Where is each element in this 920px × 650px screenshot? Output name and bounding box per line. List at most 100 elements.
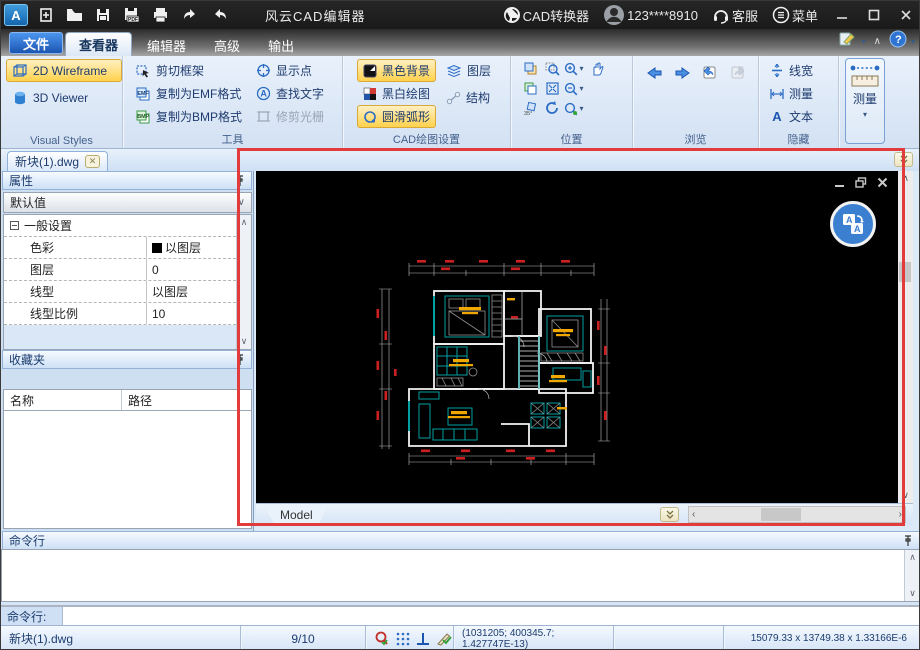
user-account-button[interactable]: 123****8910 [598, 3, 705, 27]
help-button[interactable]: ? [889, 30, 907, 53]
zoom-in-button[interactable]: ▾ [563, 59, 585, 78]
command-history-scrollbar[interactable]: ∧∨ [904, 550, 920, 601]
rotate-view-button[interactable]: 35° [519, 99, 541, 118]
zoom-mark-icon[interactable] [374, 631, 390, 647]
edit-dropdown-arrow[interactable]: ▾ [862, 37, 866, 46]
3d-viewer-button[interactable]: 3D Viewer [6, 86, 122, 109]
property-preset-dropdown[interactable]: 默认值 ∨ [3, 192, 252, 213]
mdi-minimize-icon[interactable] [834, 177, 845, 188]
cad-converter-button[interactable]: CAD转换器 [498, 3, 596, 27]
black-background-button[interactable]: 黑色背景 [357, 59, 436, 82]
zoom-window-button[interactable] [541, 59, 563, 78]
zoom-selected-button[interactable]: ▾ [563, 99, 585, 118]
print-button[interactable] [146, 3, 175, 27]
new-file-button[interactable] [32, 3, 60, 27]
zoom-out-button[interactable]: ▾ [563, 79, 585, 98]
forward-button[interactable] [671, 63, 693, 82]
canvas-vertical-scrollbar[interactable]: ∧ ∨ [898, 171, 913, 503]
tab-editor[interactable]: 编辑器 [134, 35, 199, 56]
status-coordinates: (1031205; 400345.7; 1.427747E-13) [454, 626, 614, 650]
document-tab-close-icon[interactable]: ✕ [85, 155, 100, 168]
paste-view-button[interactable] [519, 79, 541, 98]
collapse-ribbon-button[interactable]: ∧ [874, 36, 881, 47]
property-group-row[interactable]: 一般设置 [4, 215, 251, 237]
save-button[interactable] [89, 3, 117, 27]
tab-advanced[interactable]: 高级 [201, 35, 253, 56]
pan-button[interactable] [585, 59, 607, 78]
tab-list-chevron-button[interactable] [894, 152, 913, 167]
edit-mode-button[interactable] [838, 30, 858, 53]
model-tab[interactable]: Model [264, 505, 329, 525]
menu-button[interactable]: 菜单 [767, 3, 825, 27]
back-button[interactable] [643, 63, 665, 82]
column-name[interactable]: 名称 [4, 390, 122, 410]
2d-wireframe-button[interactable]: 2D Wireframe [6, 59, 122, 82]
command-history[interactable]: ∧∨ [1, 549, 920, 602]
ortho-icon[interactable] [416, 632, 430, 646]
show-points-button[interactable]: 显示点 [250, 59, 330, 82]
zoom-extents-button[interactable] [541, 79, 563, 98]
drawing-canvas[interactable]: A A [256, 171, 898, 503]
smooth-arc-button[interactable]: 圆滑弧形 [357, 105, 436, 128]
view-undo-button[interactable] [699, 63, 721, 82]
pin-icon[interactable] [903, 535, 913, 547]
tab-file[interactable]: 文件 [9, 32, 63, 54]
refresh-view-button[interactable] [541, 99, 563, 118]
property-row-layer[interactable]: 图层 0 [4, 259, 251, 281]
property-row-linetype[interactable]: 线型 以图层 [4, 281, 251, 303]
copy-emf-button[interactable]: EMF 复制为EMF格式 [129, 82, 248, 105]
redo-icon[interactable] [205, 3, 235, 27]
view-redo-button[interactable] [727, 63, 749, 82]
copy-view-button[interactable] [519, 59, 541, 78]
undo-icon[interactable] [175, 3, 205, 27]
maximize-button[interactable] [859, 4, 889, 26]
clip-frame-button[interactable]: 剪切框架 [129, 59, 248, 82]
column-path[interactable]: 路径 [122, 392, 152, 409]
layers-button[interactable]: 图层 [440, 59, 497, 82]
minimize-button[interactable] [827, 4, 857, 26]
black-bg-icon [363, 64, 377, 78]
favorites-list-empty[interactable] [3, 411, 252, 529]
tab-viewer[interactable]: 查看器 [65, 32, 132, 56]
measure-tool-panel[interactable]: 测量 ▾ [845, 58, 885, 144]
hide-measure-button[interactable]: 测量 [764, 82, 838, 105]
property-row-color[interactable]: 色彩 以图层 [4, 237, 251, 259]
2d-wireframe-icon [12, 63, 28, 79]
hide-text-button[interactable]: A 文本 [764, 105, 838, 128]
pin-icon[interactable] [235, 354, 245, 366]
hide-linewidth-button[interactable]: 线宽 [764, 59, 838, 82]
trim-raster-button[interactable]: 修剪光栅 [250, 105, 330, 128]
tab-output[interactable]: 输出 [255, 35, 307, 56]
group-browse: 浏览 [633, 56, 759, 148]
mdi-close-icon[interactable] [877, 177, 888, 188]
mdi-restore-icon[interactable] [855, 177, 867, 188]
pin-icon[interactable] [235, 175, 245, 187]
copy-bmp-button[interactable]: BMP 复制为BMP格式 [129, 105, 248, 128]
canvas-horizontal-scrollbar[interactable]: ‹ › [688, 506, 906, 523]
collapse-minus-icon[interactable] [10, 221, 19, 230]
find-text-button[interactable]: A 查找文字 [250, 82, 330, 105]
property-grid-empty [4, 325, 251, 349]
clip-frame-icon [135, 63, 151, 79]
help-dropdown-arrow[interactable]: ▾ [911, 37, 915, 46]
support-button[interactable]: 客服 [707, 3, 765, 27]
document-tab[interactable]: 新块(1).dwg ✕ [7, 151, 108, 171]
favorites-column-headers: 名称 路径 [3, 389, 252, 411]
trim-raster-icon [256, 109, 271, 124]
convert-floating-button[interactable]: A A [830, 201, 876, 247]
grid-snap-icon[interactable] [396, 632, 410, 646]
structure-button[interactable]: 结构 [440, 86, 497, 109]
save-as-pdf-button[interactable]: PDF [117, 3, 146, 27]
open-file-button[interactable] [60, 3, 89, 27]
scrollbar-thumb[interactable] [761, 508, 801, 521]
layout-chevron-button[interactable] [660, 507, 679, 522]
property-grid-scrollbar[interactable]: ∧∨ [236, 215, 251, 349]
draft-check-icon[interactable] [436, 631, 452, 646]
measure-dropdown-arrow[interactable]: ▾ [863, 110, 867, 119]
property-row-ltscale[interactable]: 线型比例 10 [4, 303, 251, 325]
scrollbar-thumb[interactable] [899, 262, 911, 282]
close-button[interactable] [891, 4, 920, 26]
status-extents: 15079.33 x 13749.38 x 1.33166E-6 [724, 626, 920, 650]
command-input[interactable] [63, 607, 920, 625]
bw-drawing-button[interactable]: 黑白绘图 [357, 82, 436, 105]
